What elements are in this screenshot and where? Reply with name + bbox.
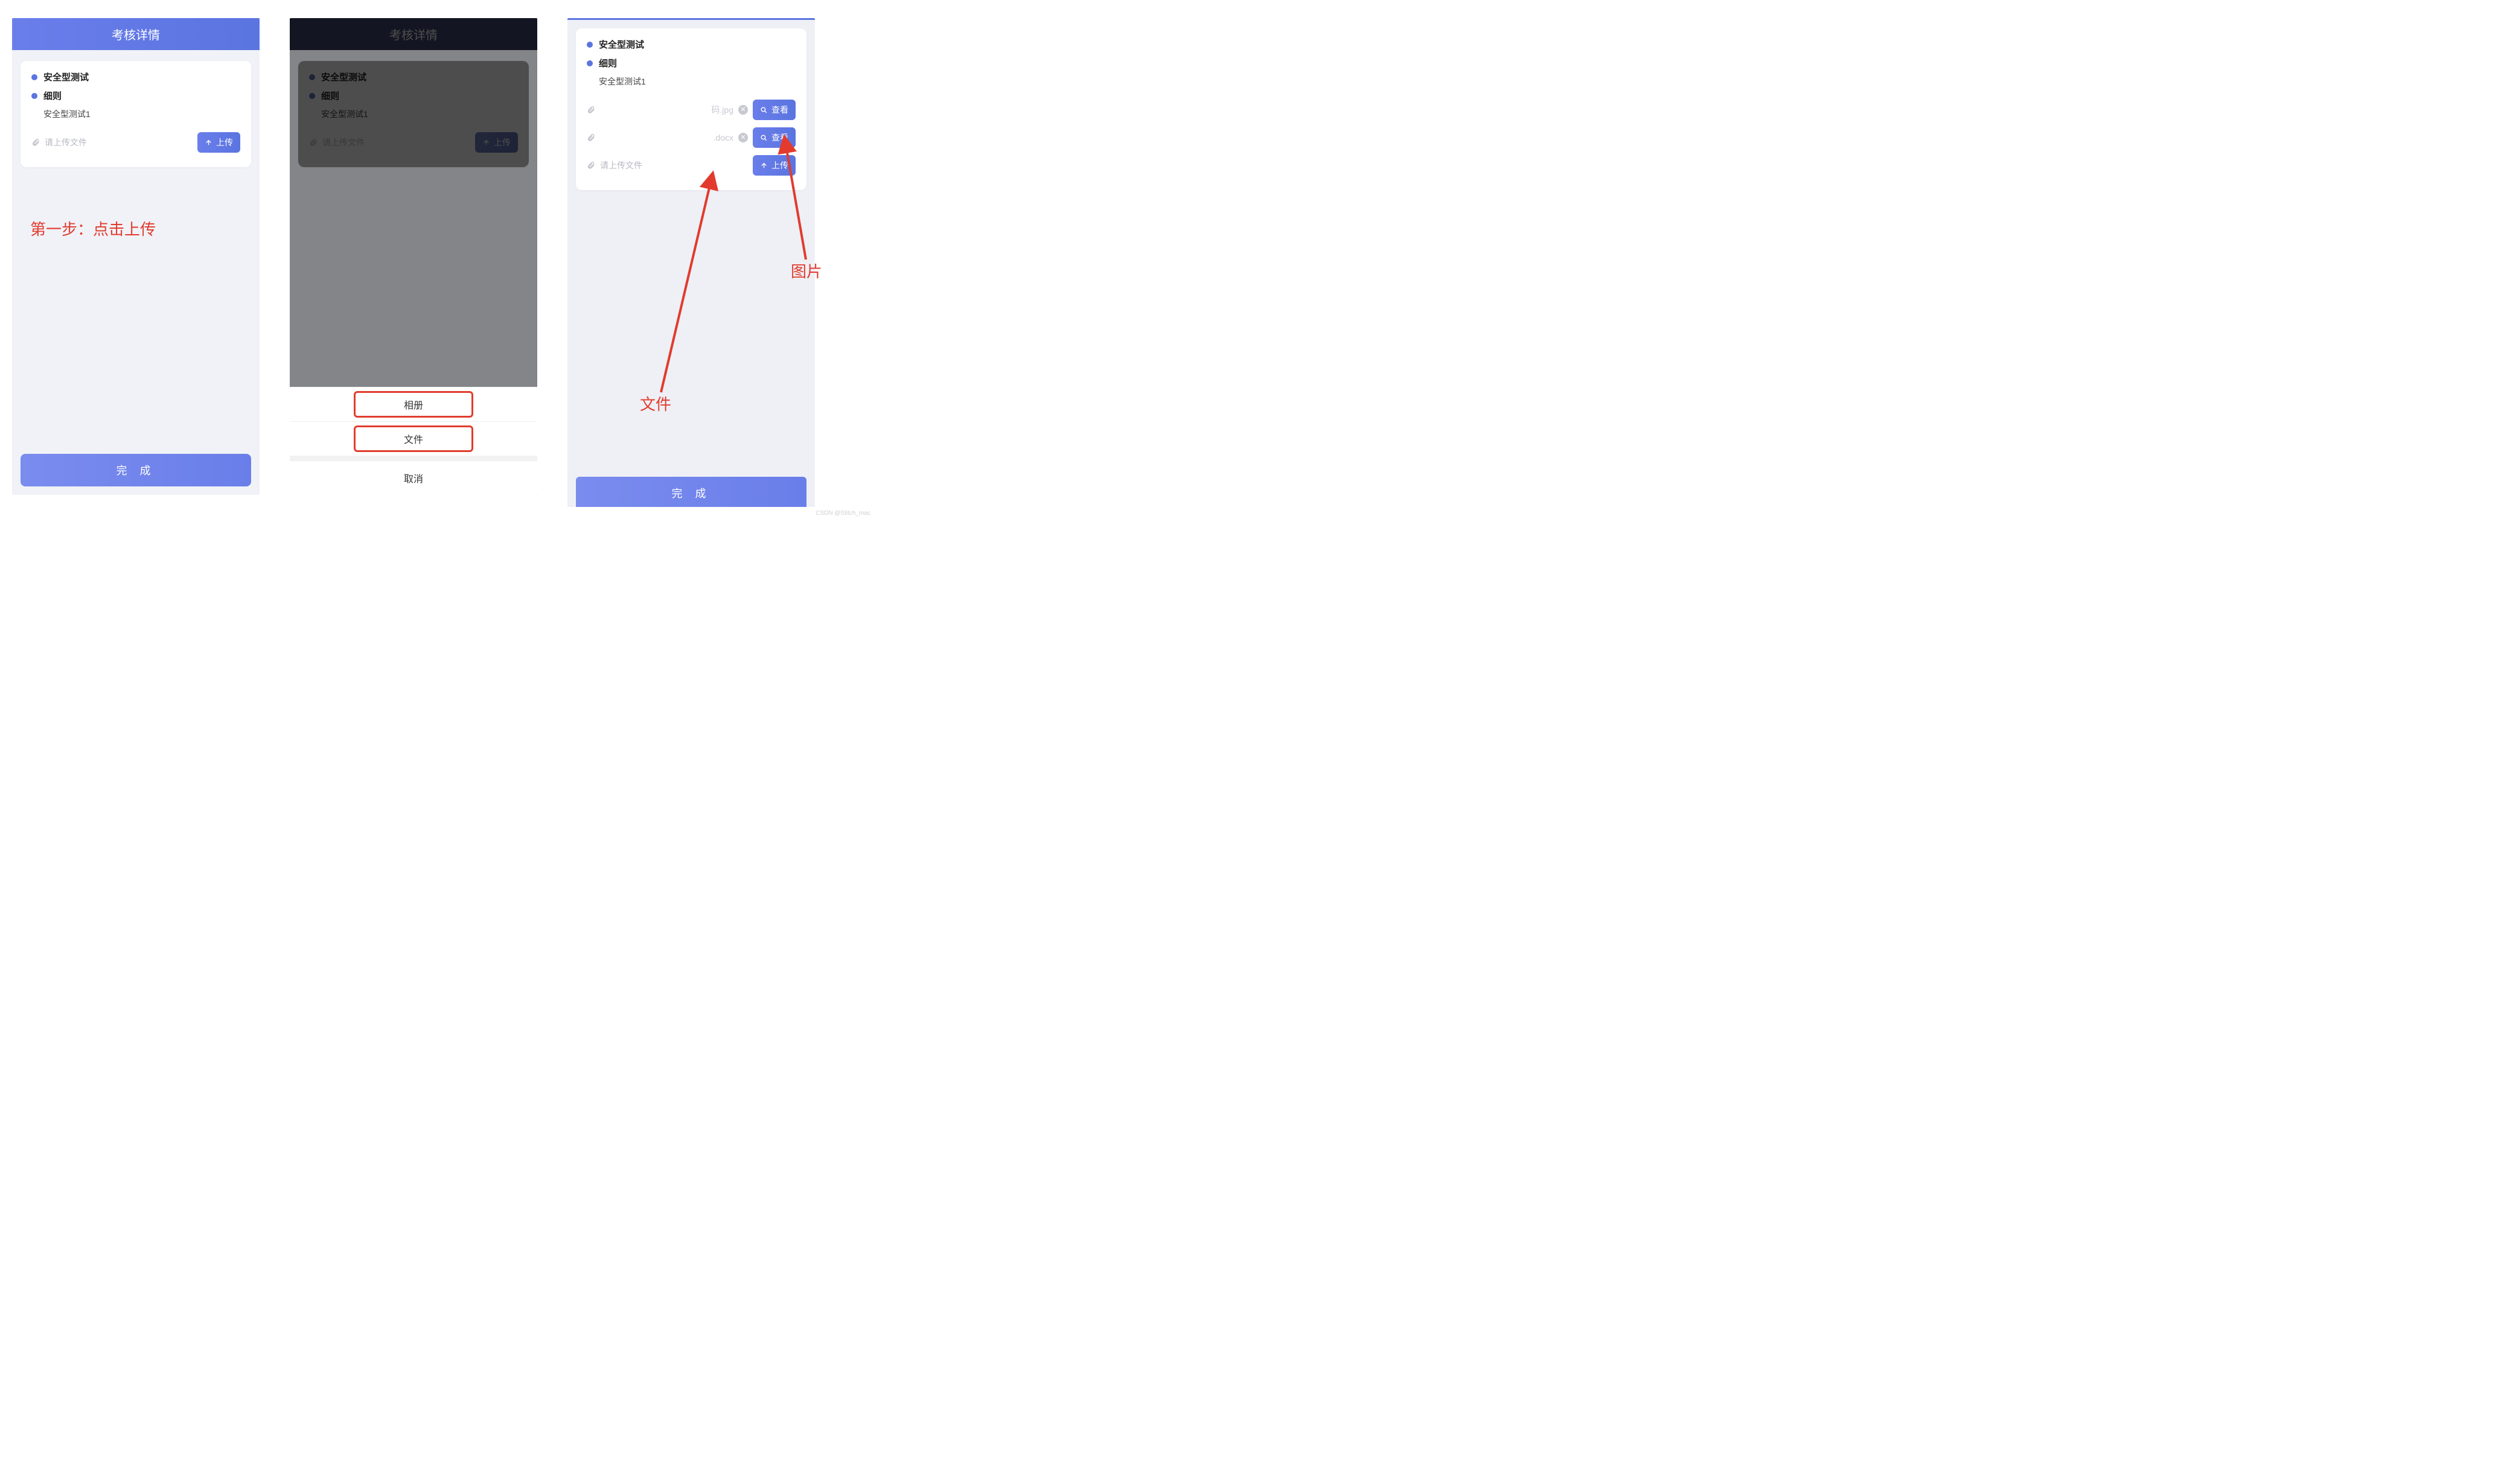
finish-button[interactable]: 完 成 — [576, 477, 806, 507]
upload-row: 请上传文件 上传 — [587, 151, 796, 179]
view-button[interactable]: 查看 — [753, 127, 796, 148]
search-icon — [760, 134, 768, 142]
search-icon — [760, 106, 768, 114]
sheet-divider — [290, 456, 537, 460]
page-title: 考核详情 — [290, 18, 537, 50]
item-subtext: 安全型测试1 — [43, 108, 240, 120]
upload-placeholder: 请上传文件 — [45, 136, 87, 148]
panel-actionsheet: 考核详情 安全型测试 细则 安全型测试1 请上传文件 上传 相册 文件 取消 — [290, 18, 537, 495]
detail-card: 安全型测试 细则 安全型测试1 请上传文件 上传 — [298, 61, 529, 167]
upload-button[interactable]: 上传 — [753, 155, 796, 176]
bullet-icon — [31, 74, 37, 80]
finish-button[interactable]: 完 成 — [21, 454, 251, 486]
paperclip-icon — [587, 133, 595, 142]
sheet-option-file[interactable]: 文件 — [290, 421, 537, 456]
file-name: .docx — [600, 133, 733, 142]
file-row: 码.jpg ✕ 查看 — [587, 96, 796, 124]
sheet-cancel[interactable]: 取消 — [290, 460, 537, 495]
upload-icon — [482, 139, 490, 147]
remove-file-button[interactable]: ✕ — [738, 105, 748, 115]
file-row: .docx ✕ 查看 — [587, 124, 796, 151]
paperclip-icon — [587, 161, 595, 170]
detail-card: 安全型测试 细则 安全型测试1 码.jpg ✕ 查看 .docx ✕ — [576, 28, 806, 190]
credit-text: CSDN @Stitch_mac — [816, 510, 870, 517]
view-button[interactable]: 查看 — [753, 100, 796, 120]
upload-button[interactable]: 上传 — [197, 132, 240, 153]
paperclip-icon — [587, 106, 595, 114]
list-item: 安全型测试 — [31, 71, 240, 83]
paperclip-icon — [31, 138, 40, 147]
page-title: 考核详情 — [12, 18, 260, 50]
remove-file-button[interactable]: ✕ — [738, 133, 748, 142]
upload-button-label: 上传 — [216, 136, 233, 148]
item-label: 安全型测试 — [43, 71, 89, 83]
list-item: 细则 — [31, 89, 240, 102]
upload-row: 请上传文件 上传 — [31, 129, 240, 156]
file-name: 码.jpg — [600, 104, 733, 116]
upload-icon — [760, 162, 768, 170]
upload-button[interactable]: 上传 — [475, 132, 518, 153]
panel-step1: 考核详情 安全型测试 细则 安全型测试1 请上传文件 上传 — [12, 18, 260, 495]
paperclip-icon — [309, 138, 318, 147]
bullet-icon — [31, 93, 37, 99]
detail-card: 安全型测试 细则 安全型测试1 请上传文件 上传 — [21, 61, 251, 167]
action-sheet: 相册 文件 取消 — [290, 387, 537, 495]
upload-icon — [205, 139, 212, 147]
sheet-option-album[interactable]: 相册 — [290, 387, 537, 421]
item-label: 细则 — [43, 89, 62, 102]
panel-uploaded: 安全型测试 细则 安全型测试1 码.jpg ✕ 查看 .docx ✕ — [567, 18, 815, 507]
